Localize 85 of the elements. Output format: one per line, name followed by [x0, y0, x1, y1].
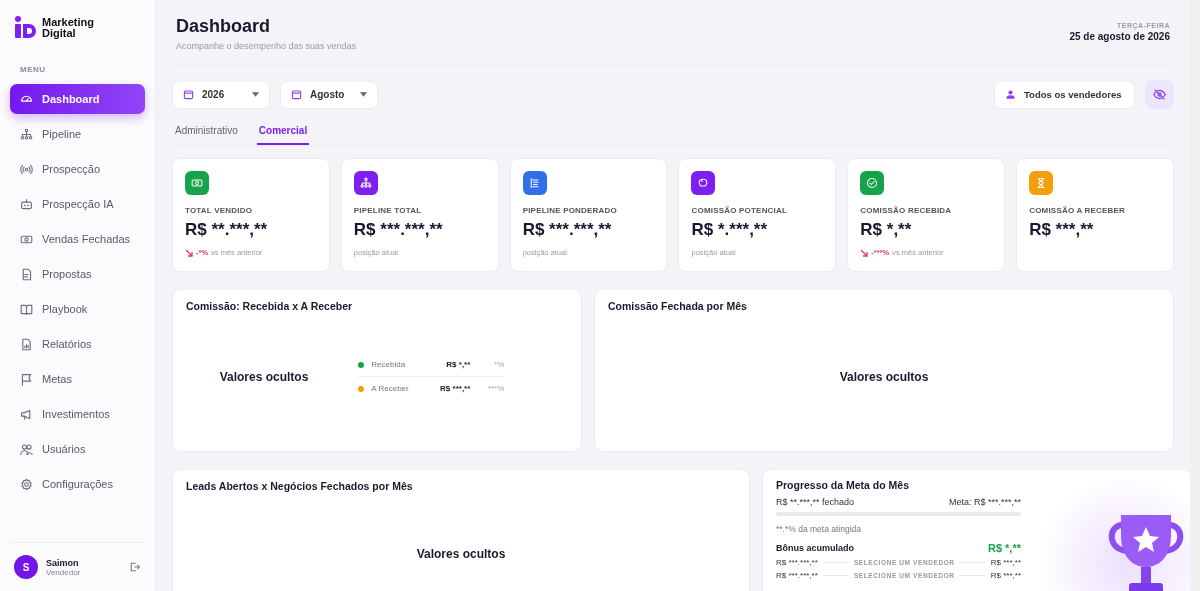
calendar-icon	[291, 89, 302, 100]
legend-label: Recebida	[371, 360, 406, 369]
logout-icon[interactable]	[129, 561, 141, 573]
eye-slash-icon	[1153, 88, 1166, 101]
hourglass-icon	[1035, 177, 1048, 189]
legend-percent: ***%	[486, 384, 505, 393]
hierarchy-icon	[359, 177, 372, 189]
goal-percent: **.*% da meta atingida	[776, 524, 863, 534]
card-title: Comissão Fechada por Mês	[608, 300, 748, 312]
kpi-value: R$ **.***,**	[185, 220, 269, 240]
check-circle-icon	[866, 177, 879, 189]
nav-item[interactable]: Metas	[10, 364, 145, 394]
kpi-value: R$ *,**	[860, 220, 913, 240]
book-icon	[20, 302, 33, 316]
nav-item[interactable]: Vendas Fechadas	[10, 224, 145, 254]
kpi-label: COMISSÃO A RECEBER	[1029, 206, 1127, 215]
kpi-value: R$ ***.***,**	[522, 220, 613, 240]
robot-icon	[20, 197, 33, 211]
person-icon	[1005, 89, 1016, 100]
nav-item[interactable]: Propostas	[10, 259, 145, 289]
kpi-label: COMISSÃO POTENCIAL	[691, 206, 789, 215]
user-role: Vendedor	[46, 567, 81, 577]
card-title: Leads Abertos x Negócios Fechados por Mês	[186, 480, 414, 492]
legend-value: R$ *,**	[446, 360, 471, 369]
bonus-value: R$ *,**	[987, 542, 1021, 554]
kpi-label: PIPELINE TOTAL	[353, 206, 423, 215]
legend-value: R$ ***,**	[440, 384, 471, 393]
calendar-icon	[183, 89, 194, 100]
month-select[interactable]: Agosto	[280, 80, 378, 109]
kpi-label: PIPELINE PONDERADO	[522, 206, 618, 215]
tab[interactable]: Comercial	[256, 123, 310, 145]
settings-icon	[20, 477, 33, 491]
bonus-base: R$ ***.***,**	[776, 571, 818, 580]
kpi-value: R$ *.***,**	[691, 220, 769, 240]
nav-item[interactable]: Configurações	[10, 469, 145, 499]
nav-item[interactable]: Investimentos	[10, 399, 145, 429]
logo-icon	[14, 16, 37, 39]
megaphone-icon	[20, 407, 33, 421]
tab[interactable]: Administrativo	[173, 123, 240, 145]
document-icon	[20, 267, 33, 281]
legend-label: A Receber	[371, 384, 409, 393]
list-icon	[528, 177, 541, 189]
card-title: Comissão: Recebida x A Receber	[186, 300, 354, 312]
kpi-value: R$ ***.***,**	[353, 220, 444, 240]
hidden-values-text: Valores ocultos	[416, 547, 506, 561]
nav-item[interactable]: Relatórios	[10, 329, 145, 359]
report-icon	[20, 337, 33, 351]
nav-item[interactable]: Pipeline	[10, 119, 145, 149]
bonus-label: Bônus acumulado	[776, 543, 854, 553]
kpi-value: R$ ***,**	[1029, 220, 1095, 240]
nav-item[interactable]: Playbook	[10, 294, 145, 324]
hide-values-button[interactable]	[1145, 80, 1174, 109]
nav-item[interactable]: Dashboard	[10, 84, 145, 114]
seller-select[interactable]: Todos os vendedores	[994, 80, 1135, 109]
menu-label: MENU	[20, 65, 47, 74]
caret-icon	[360, 92, 367, 97]
closed-amount: R$ **.***,** fechado	[776, 497, 855, 507]
caret-icon	[252, 92, 259, 97]
broadcast-icon	[20, 162, 33, 176]
year-select[interactable]: 2026	[172, 80, 270, 109]
card-title: Progresso da Meta do Mês	[776, 479, 911, 491]
users-icon	[20, 442, 33, 456]
hidden-values-text: Valores ocultos	[219, 369, 309, 384]
bonus-base: R$ ***.***,**	[776, 558, 818, 567]
goal-amount: Meta: R$ ***.***,**	[948, 497, 1021, 507]
page-title: Dashboard	[176, 16, 272, 37]
flag-icon	[20, 372, 33, 386]
trend-down-icon	[185, 248, 193, 257]
page-subtitle: Acompanhe o desempenho das suas vendas	[176, 41, 357, 51]
trend-down-icon	[860, 248, 869, 257]
nav-item[interactable]: Prospecção	[10, 154, 145, 184]
nav-item[interactable]: Usuários	[10, 434, 145, 464]
nav-item[interactable]: Prospecção IA	[10, 189, 145, 219]
hierarchy-icon	[20, 127, 33, 141]
banknote-icon	[191, 177, 203, 189]
user-name: Saimon	[46, 557, 80, 568]
user-avatar: S	[14, 555, 38, 579]
kpi-label: COMISSÃO RECEBIDA	[860, 206, 953, 215]
bonus-amount: R$ ***,**	[990, 558, 1021, 567]
legend-percent: *%	[493, 360, 505, 369]
bonus-amount: R$ ***,**	[990, 571, 1021, 580]
kpi-label: TOTAL VENDIDO	[185, 206, 254, 215]
hidden-values-text: Valores ocultos	[839, 369, 929, 384]
brand-name: Marketing Digital	[42, 16, 94, 39]
date-label: 25 de agosto de 2026	[1069, 31, 1170, 42]
